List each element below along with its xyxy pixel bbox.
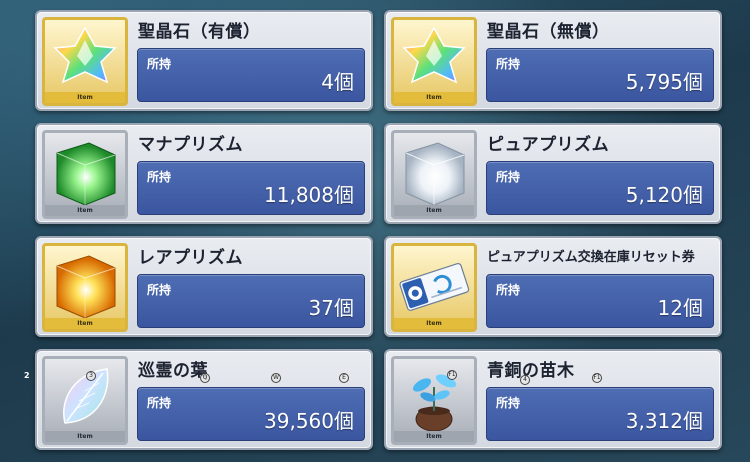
overlay-hint-e: E xyxy=(339,373,349,383)
item-tag-label: Item xyxy=(394,431,474,442)
item-tag-label: Item xyxy=(394,318,474,329)
item-name: 青銅の苗木 xyxy=(487,361,575,381)
overlay-hint-w: W xyxy=(271,373,281,383)
white-prism-cube-icon xyxy=(405,142,465,206)
overlay-hint-f1-right: F1 xyxy=(592,373,602,383)
item-icon-frame: Item xyxy=(391,356,477,445)
item-icon-frame: Item xyxy=(391,17,477,106)
owned-count: 4個 xyxy=(321,70,354,94)
item-name: 聖晶石（有償） xyxy=(138,22,261,42)
item-card-junrei-leaf[interactable]: Item 巡霊の葉 所持 39,560個 xyxy=(35,349,373,450)
rainbow-star-quartz-icon xyxy=(402,26,466,84)
owned-panel: 所持 5,120個 xyxy=(486,161,714,215)
owned-panel: 所持 3,312個 xyxy=(486,387,714,441)
item-card-paid-saint-quartz[interactable]: Item 聖晶石（有償） 所持 4個 xyxy=(35,10,373,111)
owned-label: 所持 xyxy=(147,396,172,410)
overlay-hint-4: 4 xyxy=(520,375,530,385)
sapling-pot-icon xyxy=(412,374,457,432)
owned-count: 11,808個 xyxy=(264,183,354,207)
ticket-icon xyxy=(399,262,470,311)
item-name: ピュアプリズム交換在庫リセット券 xyxy=(487,250,695,265)
overlay-hint-f1-left: F1 xyxy=(447,370,457,380)
owned-label: 所持 xyxy=(496,57,521,71)
item-icon-frame: Item xyxy=(42,356,128,445)
owned-count: 5,120個 xyxy=(625,183,703,207)
item-name: 巡霊の葉 xyxy=(138,361,208,381)
item-icon-frame: Item xyxy=(391,130,477,219)
item-icon-frame: Item xyxy=(42,17,128,106)
item-card-mana-prism[interactable]: Item マナプリズム 所持 11,808個 xyxy=(35,123,373,224)
item-name: マナプリズム xyxy=(138,135,243,155)
item-tag-label: Item xyxy=(394,92,474,103)
item-card-pure-prism[interactable]: Item ピュアプリズム 所持 5,120個 xyxy=(384,123,722,224)
crystal-leaf-icon xyxy=(63,368,109,424)
item-tag-label: Item xyxy=(394,205,474,216)
green-prism-cube-icon xyxy=(56,142,116,206)
item-card-rare-prism[interactable]: Item レアプリズム 所持 37個 xyxy=(35,236,373,337)
overlay-hint-3: 3 xyxy=(86,371,96,381)
item-tag-label: Item xyxy=(45,431,125,442)
owned-count: 5,795個 xyxy=(625,70,703,94)
item-card-bronze-sapling[interactable]: Item 青銅の苗木 所持 3,312個 xyxy=(384,349,722,450)
item-name: ピュアプリズム xyxy=(487,135,610,155)
owned-label: 所持 xyxy=(147,170,172,184)
item-grid: Item 聖晶石（有償） 所持 4個 Item 聖晶石（無償） 所持 5,795… xyxy=(0,0,750,462)
item-name: 聖晶石（無償） xyxy=(487,22,610,42)
owned-panel: 所持 5,795個 xyxy=(486,48,714,102)
owned-label: 所持 xyxy=(147,57,172,71)
owned-panel: 所持 39,560個 xyxy=(137,387,365,441)
owned-panel: 所持 11,808個 xyxy=(137,161,365,215)
owned-panel: 所持 12個 xyxy=(486,274,714,328)
overlay-hint-corner-number: 2 xyxy=(24,371,30,380)
owned-label: 所持 xyxy=(496,283,521,297)
overlay-hint-q: Q xyxy=(200,373,210,383)
item-icon-frame: Item xyxy=(42,130,128,219)
item-card-free-saint-quartz[interactable]: Item 聖晶石（無償） 所持 5,795個 xyxy=(384,10,722,111)
item-card-pure-prism-reset-ticket[interactable]: Item ピュアプリズム交換在庫リセット券 所持 12個 xyxy=(384,236,722,337)
gold-prism-cube-icon xyxy=(56,255,116,319)
item-name: レアプリズム xyxy=(138,248,243,268)
owned-panel: 所持 37個 xyxy=(137,274,365,328)
owned-count: 12個 xyxy=(657,296,703,320)
owned-label: 所持 xyxy=(496,170,521,184)
owned-count: 3,312個 xyxy=(625,409,703,433)
item-tag-label: Item xyxy=(45,205,125,216)
owned-label: 所持 xyxy=(147,283,172,297)
owned-label: 所持 xyxy=(496,396,521,410)
item-tag-label: Item xyxy=(45,318,125,329)
owned-count: 37個 xyxy=(308,296,354,320)
item-icon-frame: Item xyxy=(391,243,477,332)
rainbow-star-quartz-icon xyxy=(53,26,117,84)
owned-count: 39,560個 xyxy=(264,409,354,433)
owned-panel: 所持 4個 xyxy=(137,48,365,102)
item-tag-label: Item xyxy=(45,92,125,103)
item-icon-frame: Item xyxy=(42,243,128,332)
